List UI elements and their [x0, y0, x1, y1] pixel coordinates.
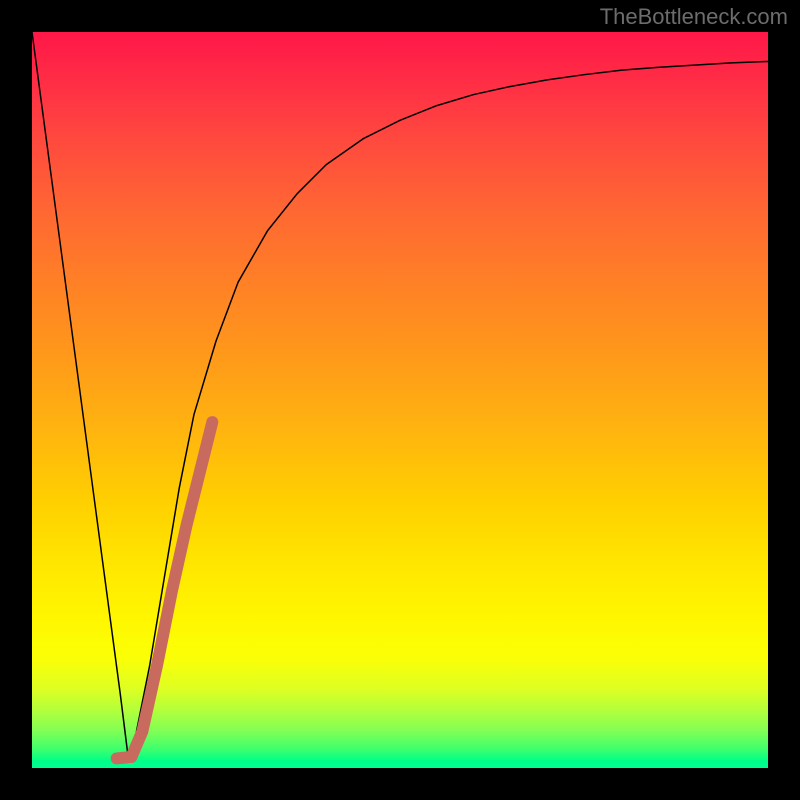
- plot-area: [32, 32, 768, 768]
- chart-frame: TheBottleneck.com: [0, 0, 800, 800]
- watermark-text: TheBottleneck.com: [600, 4, 788, 30]
- curve-layer: [32, 32, 768, 768]
- series-main-curve: [32, 32, 768, 753]
- series-highlight-base: [117, 757, 132, 758]
- series-highlight-segment: [131, 422, 212, 757]
